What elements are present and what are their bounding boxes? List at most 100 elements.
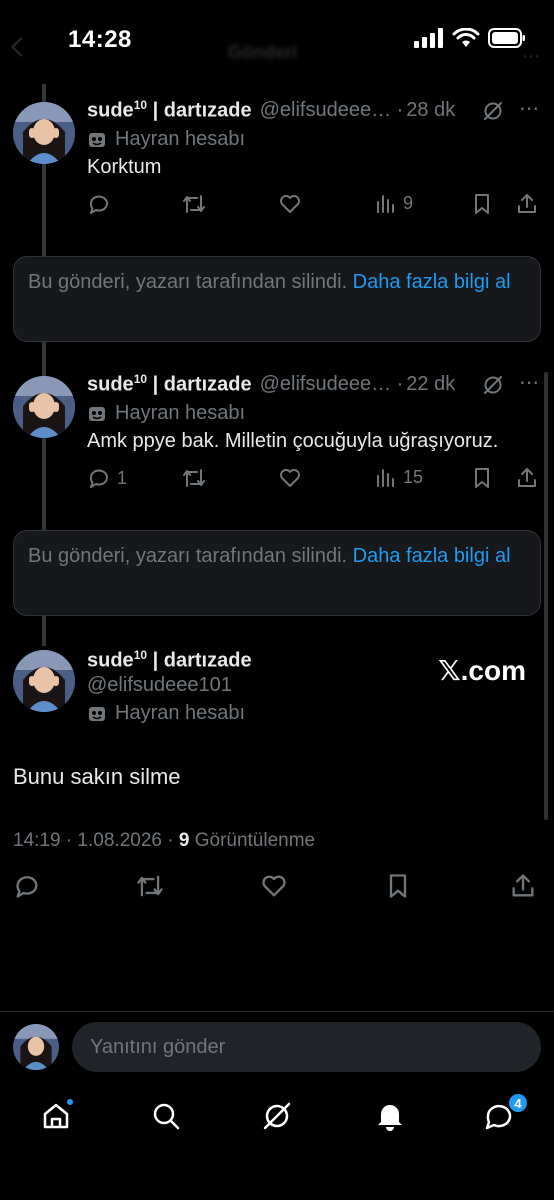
tweet-actions: 9 — [87, 192, 540, 222]
bookmark-button[interactable] — [471, 192, 493, 216]
more-icon[interactable]: ⋯ — [519, 370, 540, 395]
tab-grok[interactable] — [257, 1096, 297, 1136]
views-button[interactable]: 9 — [375, 192, 413, 214]
reply-button[interactable]: 1 — [87, 466, 127, 490]
thread-line — [42, 342, 46, 378]
bookmark-button[interactable] — [471, 466, 493, 490]
display-name[interactable]: sude10 | dartızade — [87, 98, 252, 123]
x-com-watermark: 𝕏.com — [438, 655, 526, 686]
more-icon[interactable]: ⋯ — [519, 96, 540, 121]
search-icon — [153, 1103, 180, 1130]
tab-home[interactable] — [36, 1096, 76, 1136]
fan-account-badge: Hayran hesabı — [87, 702, 245, 725]
tweet-text: Amk ppye bak. Milletin çocuğuyla uğraşıy… — [87, 430, 499, 452]
battery-icon — [488, 28, 525, 48]
badge-label: Hayran hesabı — [115, 402, 246, 424]
views-icon — [377, 469, 394, 487]
retweet-button[interactable] — [135, 872, 165, 900]
deleted-notice-text: Bu gönderi, yazarı tarafından silindi. — [28, 271, 348, 293]
retweet-icon — [183, 469, 205, 487]
back-chevron-icon[interactable] — [11, 37, 31, 57]
separator-dot: · — [396, 372, 404, 395]
views-count: 9 — [178, 830, 190, 851]
views-count: 15 — [403, 466, 424, 487]
badge-label: Hayran hesabı — [115, 702, 246, 724]
learn-more-link[interactable]: Daha fazla bilgi al — [353, 271, 511, 293]
reply-input[interactable] — [72, 1022, 541, 1072]
deleted-post-notice: Bu gönderi, yazarı tarafından silindi. D… — [13, 256, 541, 342]
learn-more-link[interactable]: Daha fazla bilgi al — [353, 545, 511, 567]
handle[interactable]: @elifsudeee101 — [260, 99, 394, 122]
like-button[interactable] — [278, 466, 302, 490]
grok-icon[interactable] — [482, 100, 504, 127]
display-name[interactable]: sude10 | dartızade — [87, 648, 252, 673]
share-icon — [518, 468, 536, 487]
tweet-header: sude10 | dartızade @elifsudeee101 · 22 d… — [87, 372, 540, 397]
mask-icon — [89, 132, 105, 147]
retweet-button[interactable] — [181, 466, 207, 490]
tab-search[interactable] — [146, 1096, 186, 1136]
like-icon — [280, 195, 300, 213]
like-icon — [262, 875, 286, 897]
share-icon — [512, 874, 534, 897]
deleted-notice-text: Bu gönderi, yazarı tarafından silindi. — [28, 545, 348, 567]
cellular-signal-icon — [414, 28, 443, 48]
notifications-icon — [378, 1105, 402, 1131]
views-count: 9 — [403, 192, 414, 213]
share-icon — [518, 194, 536, 213]
status-icons — [414, 28, 526, 48]
retweet-icon — [137, 875, 163, 897]
tweet-text: Korktum — [87, 156, 162, 178]
views-label: Görüntülenme — [194, 830, 316, 851]
grok-icon[interactable] — [482, 374, 504, 401]
display-name[interactable]: sude10 | dartızade — [87, 372, 252, 397]
tab-notifications[interactable] — [370, 1096, 410, 1136]
retweet-icon — [183, 195, 205, 213]
bookmark-icon — [475, 468, 489, 488]
bookmark-icon — [475, 194, 489, 214]
avatar[interactable] — [13, 102, 75, 164]
avatar[interactable] — [13, 376, 75, 438]
reply-count: 1 — [117, 467, 128, 488]
tweet-time[interactable]: 22 dk — [406, 373, 455, 396]
share-button[interactable] — [515, 192, 539, 216]
like-button[interactable] — [260, 872, 288, 900]
reply-button[interactable] — [87, 192, 117, 216]
wifi-icon — [452, 28, 480, 47]
tweet-text: Bunu sakın silme — [13, 764, 181, 789]
tab-messages[interactable]: 4 — [479, 1092, 529, 1136]
bookmark-icon — [389, 874, 407, 898]
reply-icon — [89, 469, 108, 488]
reply-button[interactable] — [13, 872, 41, 900]
reply-icon — [89, 195, 108, 214]
tweet-meta: 14:19 · 1.08.2026 · 9 Görüntülenme — [13, 830, 315, 852]
thread-line — [42, 164, 46, 256]
header-more-icon[interactable]: ⋯ — [522, 46, 540, 67]
mask-icon — [89, 406, 105, 421]
tweet-actions: 1 15 — [87, 466, 540, 496]
share-button[interactable] — [509, 872, 537, 900]
retweet-button[interactable] — [181, 192, 207, 216]
messages-badge: 4 — [507, 1092, 529, 1114]
thread-line — [42, 438, 46, 530]
like-button[interactable] — [278, 192, 302, 216]
header-title: Gönderi — [228, 42, 298, 62]
share-button[interactable] — [515, 466, 539, 490]
fan-account-badge: Hayran hesabı — [87, 128, 245, 151]
tweet-header: sude10 | dartızade @elifsudeee101 · 28 d… — [87, 98, 540, 123]
handle[interactable]: @elifsudeee101 — [87, 674, 232, 697]
scrollbar[interactable] — [544, 372, 548, 820]
handle[interactable]: @elifsudeee101 — [260, 373, 394, 396]
badge-label: Hayran hesabı — [115, 128, 246, 150]
status-time: 14:28 — [68, 26, 132, 53]
mask-icon — [89, 706, 105, 721]
timestamp[interactable]: 14:19 · 1.08.2026 · — [13, 830, 174, 851]
tweet-time[interactable]: 28 dk — [406, 99, 455, 122]
reply-icon — [16, 876, 38, 898]
views-button[interactable]: 15 — [375, 466, 423, 488]
views-icon — [377, 195, 394, 213]
status-bar: 14:28 Gönderi ⋯ — [0, 0, 554, 84]
bookmark-button[interactable] — [385, 872, 411, 900]
avatar[interactable] — [13, 650, 75, 712]
avatar[interactable] — [13, 1024, 59, 1070]
